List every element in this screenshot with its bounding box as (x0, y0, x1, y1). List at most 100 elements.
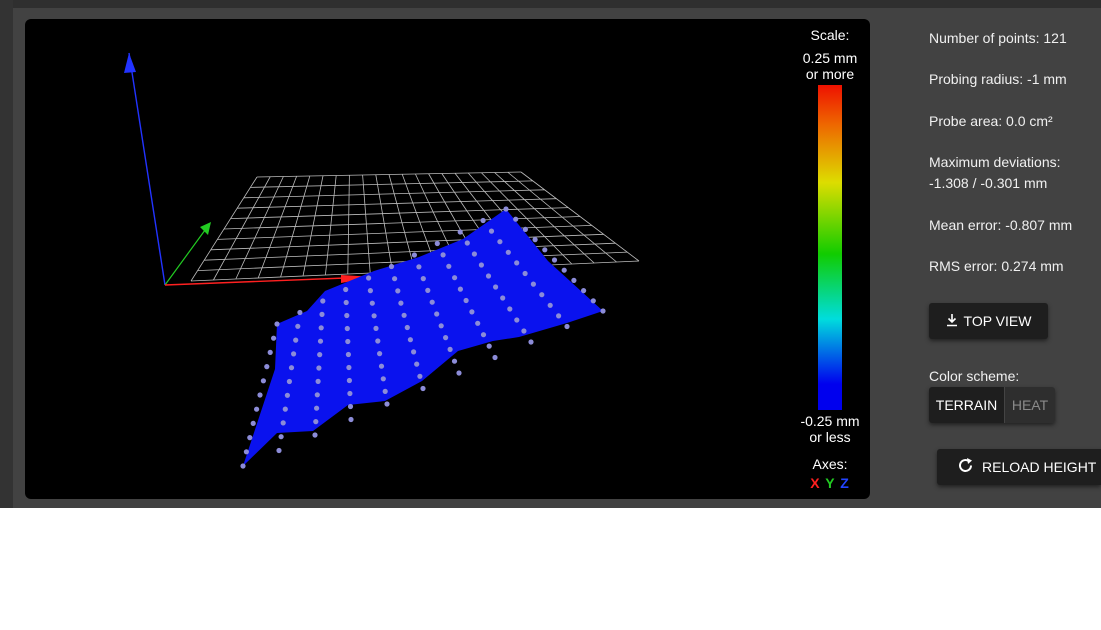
top-view-label: TOP VIEW (963, 313, 1032, 329)
probe-point (539, 292, 545, 298)
download-arrow-icon (946, 313, 958, 330)
probe-point (314, 405, 320, 411)
probe-point (463, 297, 469, 304)
probe-point (378, 363, 385, 369)
y-axis-arrowhead (200, 222, 211, 235)
probe-point (344, 325, 350, 332)
probe-point (530, 281, 536, 287)
probe-point (371, 313, 377, 319)
probe-point (377, 351, 383, 357)
probe-point (457, 286, 463, 292)
z-axis-arrowhead (124, 53, 136, 73)
probe-point (514, 260, 520, 266)
probe-point (343, 299, 349, 306)
probe-point (382, 388, 388, 394)
heat-scheme-button[interactable]: HEAT (1004, 387, 1055, 423)
points-count: Number of points: 121 (929, 30, 1067, 46)
color-scheme-label: Color scheme: (929, 368, 1020, 384)
probe-point (367, 288, 373, 294)
probe-point (564, 323, 570, 330)
max-deviations-label: Maximum deviations: (929, 154, 1061, 170)
probe-point (571, 277, 577, 283)
probe-point (398, 300, 404, 306)
reload-heightmap-button[interactable]: RELOAD HEIGHT M (937, 449, 1101, 485)
probe-point (267, 349, 273, 355)
probe-point (288, 365, 295, 371)
probe-point (313, 419, 319, 425)
probe-point (485, 273, 492, 279)
heightmap-scene[interactable] (25, 19, 870, 499)
probe-point (505, 249, 511, 255)
probe-point (317, 338, 324, 344)
probe-point (344, 312, 350, 319)
probe-point (500, 295, 506, 301)
probe-point (240, 463, 246, 469)
probe-point (420, 276, 426, 282)
probe-point (278, 434, 284, 440)
probe-point (380, 376, 386, 382)
terrain-scheme-button[interactable]: TERRAIN (929, 387, 1004, 423)
top-strip (0, 0, 1101, 8)
grid-line (237, 198, 557, 209)
probe-point (457, 229, 463, 235)
probe-point (282, 406, 288, 412)
probe-point (315, 378, 321, 384)
probe-point (293, 337, 299, 343)
probe-point (528, 339, 534, 345)
probe-point (271, 335, 277, 341)
y-axis (164, 225, 209, 286)
probe-point (420, 385, 426, 392)
probe-point (581, 288, 587, 294)
probe-area: Probe area: 0.0 cm² (929, 113, 1053, 129)
probe-point (384, 401, 390, 407)
probe-point (347, 390, 353, 397)
probe-point (464, 240, 470, 246)
probe-point (346, 364, 352, 371)
probe-point (392, 276, 398, 282)
rms-error: RMS error: 0.274 mm (929, 258, 1064, 274)
probe-point (488, 228, 495, 234)
probe-point (343, 286, 349, 293)
probe-point (260, 378, 266, 384)
axis-z-letter: Z (840, 475, 850, 491)
heightmap-3d-viewer[interactable]: Scale: 0.25 mm or more -0.25 mm or less … (25, 19, 870, 499)
probe-point (425, 287, 431, 293)
probe-point (514, 317, 520, 323)
probe-point (243, 449, 249, 455)
probe-point (247, 435, 253, 441)
probe-point (434, 311, 440, 317)
axes-legend: X Y Z (795, 475, 865, 491)
probe-point (452, 275, 458, 281)
probe-point (590, 298, 596, 304)
scale-min-suffix: or less (809, 429, 851, 445)
probe-point (348, 416, 354, 423)
probe-point (600, 308, 606, 314)
probe-point (434, 240, 440, 247)
probe-point (497, 239, 503, 245)
scale-min-label: -0.25 mm or less (795, 413, 865, 445)
probe-point (475, 320, 481, 326)
probe-point (284, 392, 290, 398)
probe-point (280, 420, 286, 426)
probe-point (345, 338, 351, 345)
probe-point (411, 349, 417, 355)
refresh-icon (957, 457, 974, 477)
z-axis (128, 52, 166, 286)
max-deviations-value: -1.308 / -0.301 mm (929, 175, 1048, 191)
probe-point (521, 328, 527, 334)
probe-point (346, 377, 352, 384)
probe-point (416, 264, 422, 270)
probe-point (347, 403, 354, 410)
probe-point (480, 332, 487, 338)
probe-point (542, 247, 548, 253)
probe-point (291, 351, 297, 357)
reload-label: RELOAD HEIGHT M (982, 459, 1101, 475)
top-view-button[interactable]: TOP VIEW (929, 303, 1048, 339)
color-scheme-toggle: TERRAIN HEAT (929, 387, 1055, 423)
probe-point (314, 392, 320, 398)
probe-point (316, 365, 322, 371)
probe-point (513, 216, 519, 222)
probe-point (440, 252, 446, 258)
probe-point (297, 309, 303, 316)
color-scale-legend: Scale: 0.25 mm or more -0.25 mm or less … (795, 19, 865, 499)
